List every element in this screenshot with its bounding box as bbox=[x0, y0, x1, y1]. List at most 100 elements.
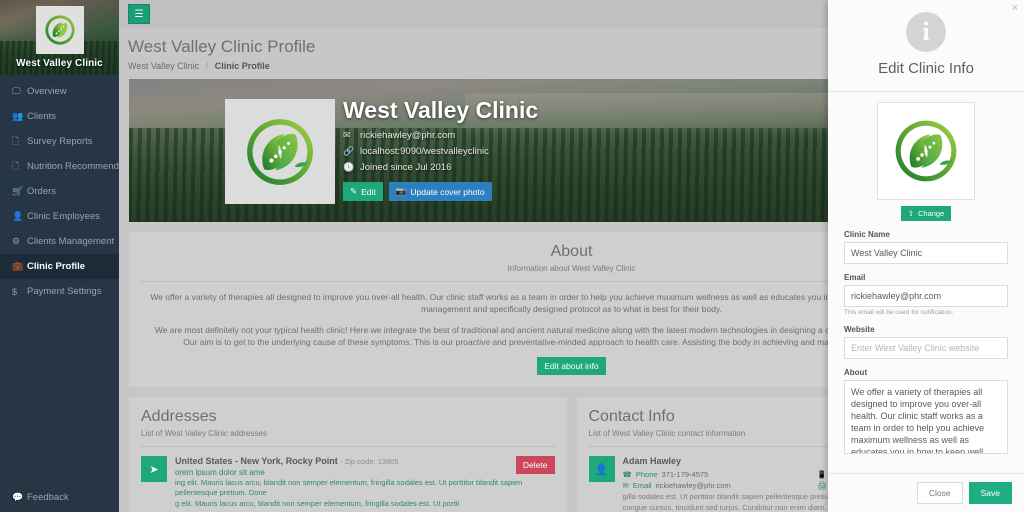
sidebar-item-label: Orders bbox=[27, 186, 57, 197]
addresses-card: Addresses List of West Valley Clinic add… bbox=[129, 397, 567, 512]
address-body: United States - New York, Rocky Point - … bbox=[175, 456, 555, 509]
location-arrow-icon: ➤ bbox=[141, 456, 167, 482]
delete-address-button[interactable]: Delete bbox=[515, 456, 555, 474]
cover-actions: ✎ Edit 📷 Update cover photo bbox=[343, 182, 538, 201]
email-help-text: This email will be used for notification… bbox=[844, 309, 954, 316]
email-field-group: Email This email will be used for notifi… bbox=[844, 273, 1008, 316]
sidebar-nav: 🖵 Overview 👥 Clients 🗋 Survey Reports 🗋 … bbox=[0, 75, 119, 304]
sidebar-item-payment-settings[interactable]: $ Payment Settings bbox=[0, 279, 119, 304]
user-icon: 👤 bbox=[588, 456, 615, 482]
sidebar: West Valley Clinic 🖵 Overview 👥 Clients … bbox=[0, 0, 119, 512]
update-cover-photo-button[interactable]: 📷 Update cover photo bbox=[388, 182, 492, 201]
sidebar-item-label: Clinic Profile bbox=[27, 261, 86, 272]
person-icon: 👤 bbox=[12, 211, 24, 221]
sidebar-item-clinic-employees[interactable]: 👤 Clinic Employees bbox=[0, 204, 119, 229]
gear-icon: ⚙ bbox=[12, 236, 21, 246]
cover-email-row: ✉ rickiehawley@phr.com bbox=[343, 130, 538, 141]
website-label: Website bbox=[844, 325, 875, 334]
sidebar-item-feedback[interactable]: 💬 Feedback bbox=[0, 486, 69, 508]
upload-icon: ⇧ bbox=[907, 209, 914, 218]
envelope-icon: ✉ bbox=[343, 130, 351, 140]
email-input[interactable] bbox=[844, 285, 1008, 307]
briefcase-icon: 💼 bbox=[12, 261, 24, 271]
sidebar-item-label: Clients Management bbox=[27, 236, 115, 247]
cover-info: West Valley Clinic ✉ rickiehawley@phr.co… bbox=[343, 95, 538, 201]
sidebar-item-label: Clinic Employees bbox=[27, 211, 100, 222]
sidebar-feedback-label: Feedback bbox=[27, 491, 69, 503]
address-line-1: orem ipsum dolor sit ame bbox=[175, 468, 265, 477]
sidebar-item-clients-management[interactable]: ⚙ Clients Management bbox=[0, 229, 119, 254]
address-location-text: United States - New York, Rocky Point bbox=[175, 456, 338, 466]
hamburger-icon: ☰ bbox=[134, 8, 144, 20]
sidebar-logo bbox=[35, 6, 84, 54]
camera-icon: 📷 bbox=[395, 186, 407, 196]
address-row: ➤ United States - New York, Rocky Point … bbox=[141, 456, 555, 509]
contact-email-row: ✉ Email rickiehawley@phr.com bbox=[623, 480, 808, 491]
update-cover-photo-label: Update cover photo bbox=[410, 186, 485, 197]
sidebar-brand-name: West Valley Clinic bbox=[16, 58, 103, 69]
menu-toggle-button[interactable]: ☰ bbox=[128, 4, 150, 24]
website-input[interactable] bbox=[844, 337, 1008, 359]
app-root: West Valley Clinic 🖵 Overview 👥 Clients … bbox=[0, 0, 1024, 512]
close-button[interactable]: Close bbox=[916, 482, 963, 504]
comment-icon: 💬 bbox=[12, 491, 24, 502]
clinic-name-field-group: Clinic Name bbox=[844, 230, 1008, 264]
edit-profile-button[interactable]: ✎ Edit bbox=[343, 182, 383, 201]
sidebar-item-orders[interactable]: 🛒 Orders bbox=[0, 179, 119, 204]
sidebar-item-nutrition-recommendations[interactable]: 🗋 Nutrition Recommend... bbox=[0, 154, 119, 179]
about-textarea[interactable] bbox=[844, 380, 1008, 454]
cover-website[interactable]: localhost:9090/westvalleyclinic bbox=[360, 146, 489, 157]
clock-icon: 🕔 bbox=[343, 162, 355, 172]
breadcrumb-root[interactable]: West Valley Clinic bbox=[128, 61, 199, 71]
edit-profile-label: Edit bbox=[361, 186, 376, 197]
info-icon: i bbox=[906, 12, 946, 52]
contact-email-value: rickiehawley@phr.com bbox=[655, 481, 731, 490]
pencil-icon: ✎ bbox=[350, 186, 358, 196]
change-logo-label: Change bbox=[918, 209, 945, 218]
addresses-subtitle: List of West Valley Clinic addresses bbox=[141, 429, 267, 438]
sidebar-item-clinic-profile[interactable]: 💼 Clinic Profile bbox=[0, 254, 119, 279]
sidebar-item-label: Payment Settings bbox=[27, 286, 102, 297]
contact-details-left: ☎ Phone 371-179-4575 ✉ Email rickiehawle… bbox=[623, 469, 808, 491]
cover-email: rickiehawley@phr.com bbox=[360, 130, 456, 141]
clinic-name-input[interactable] bbox=[844, 242, 1008, 264]
website-field-group: Website bbox=[844, 325, 1008, 359]
sidebar-item-clients[interactable]: 👥 Clients bbox=[0, 104, 119, 129]
modal-footer: Close Save bbox=[828, 473, 1024, 512]
cover-website-row: 🔗 localhost:9090/westvalleyclinic bbox=[343, 146, 538, 157]
sidebar-item-survey-reports[interactable]: 🗋 Survey Reports bbox=[0, 129, 119, 154]
save-button[interactable]: Save bbox=[968, 482, 1012, 504]
phone-icon: ☎ bbox=[622, 470, 632, 479]
sidebar-item-overview[interactable]: 🖵 Overview bbox=[0, 79, 119, 104]
sidebar-item-label: Clients bbox=[27, 111, 57, 122]
modal-header: i Edit Clinic Info bbox=[828, 0, 1024, 92]
about-field-group: About bbox=[844, 368, 1008, 459]
breadcrumb-current: Clinic Profile bbox=[214, 61, 270, 71]
edit-clinic-info-panel: × i Edit Clinic Info ⇧ Change Clinic Nam… bbox=[828, 0, 1024, 512]
envelope-icon: ✉ bbox=[622, 481, 629, 490]
clinic-logo-icon bbox=[44, 15, 75, 45]
clinic-logo-icon bbox=[895, 120, 957, 182]
contact-email-label: Email bbox=[632, 481, 652, 490]
cover-joined-row: 🕔 Joined since Jul 2016 bbox=[343, 162, 538, 173]
file-text-icon: 🗋 bbox=[12, 160, 20, 171]
addresses-title: Addresses bbox=[141, 408, 217, 425]
contact-phone-row: ☎ Phone 371-179-4575 bbox=[623, 469, 808, 480]
change-logo-wrap: ⇧ Change bbox=[844, 206, 1008, 221]
modal-title: Edit Clinic Info bbox=[878, 60, 974, 77]
address-location: United States - New York, Rocky Point - … bbox=[175, 456, 555, 466]
close-icon[interactable]: × bbox=[1012, 3, 1018, 14]
address-line-3: g elit. Mauris lacus arcu, blandit non s… bbox=[175, 499, 460, 508]
email-label: Email bbox=[844, 273, 866, 282]
sidebar-item-label: Overview bbox=[27, 86, 67, 97]
modal-body: ⇧ Change Clinic Name Email This email wi… bbox=[828, 92, 1024, 473]
change-logo-button[interactable]: ⇧ Change bbox=[900, 206, 952, 221]
monitor-icon: 🖵 bbox=[12, 86, 21, 96]
sidebar-item-label: Survey Reports bbox=[27, 136, 93, 147]
file-icon: 🗋 bbox=[12, 135, 20, 146]
users-icon: 👥 bbox=[12, 111, 24, 121]
address-line-2: ing elit. Mauris lacus arcu, blandit non… bbox=[175, 478, 523, 497]
edit-about-info-button[interactable]: Edit about info bbox=[537, 357, 606, 375]
contact-phone-label: Phone bbox=[635, 470, 658, 479]
breadcrumb-separator: / bbox=[205, 61, 209, 71]
